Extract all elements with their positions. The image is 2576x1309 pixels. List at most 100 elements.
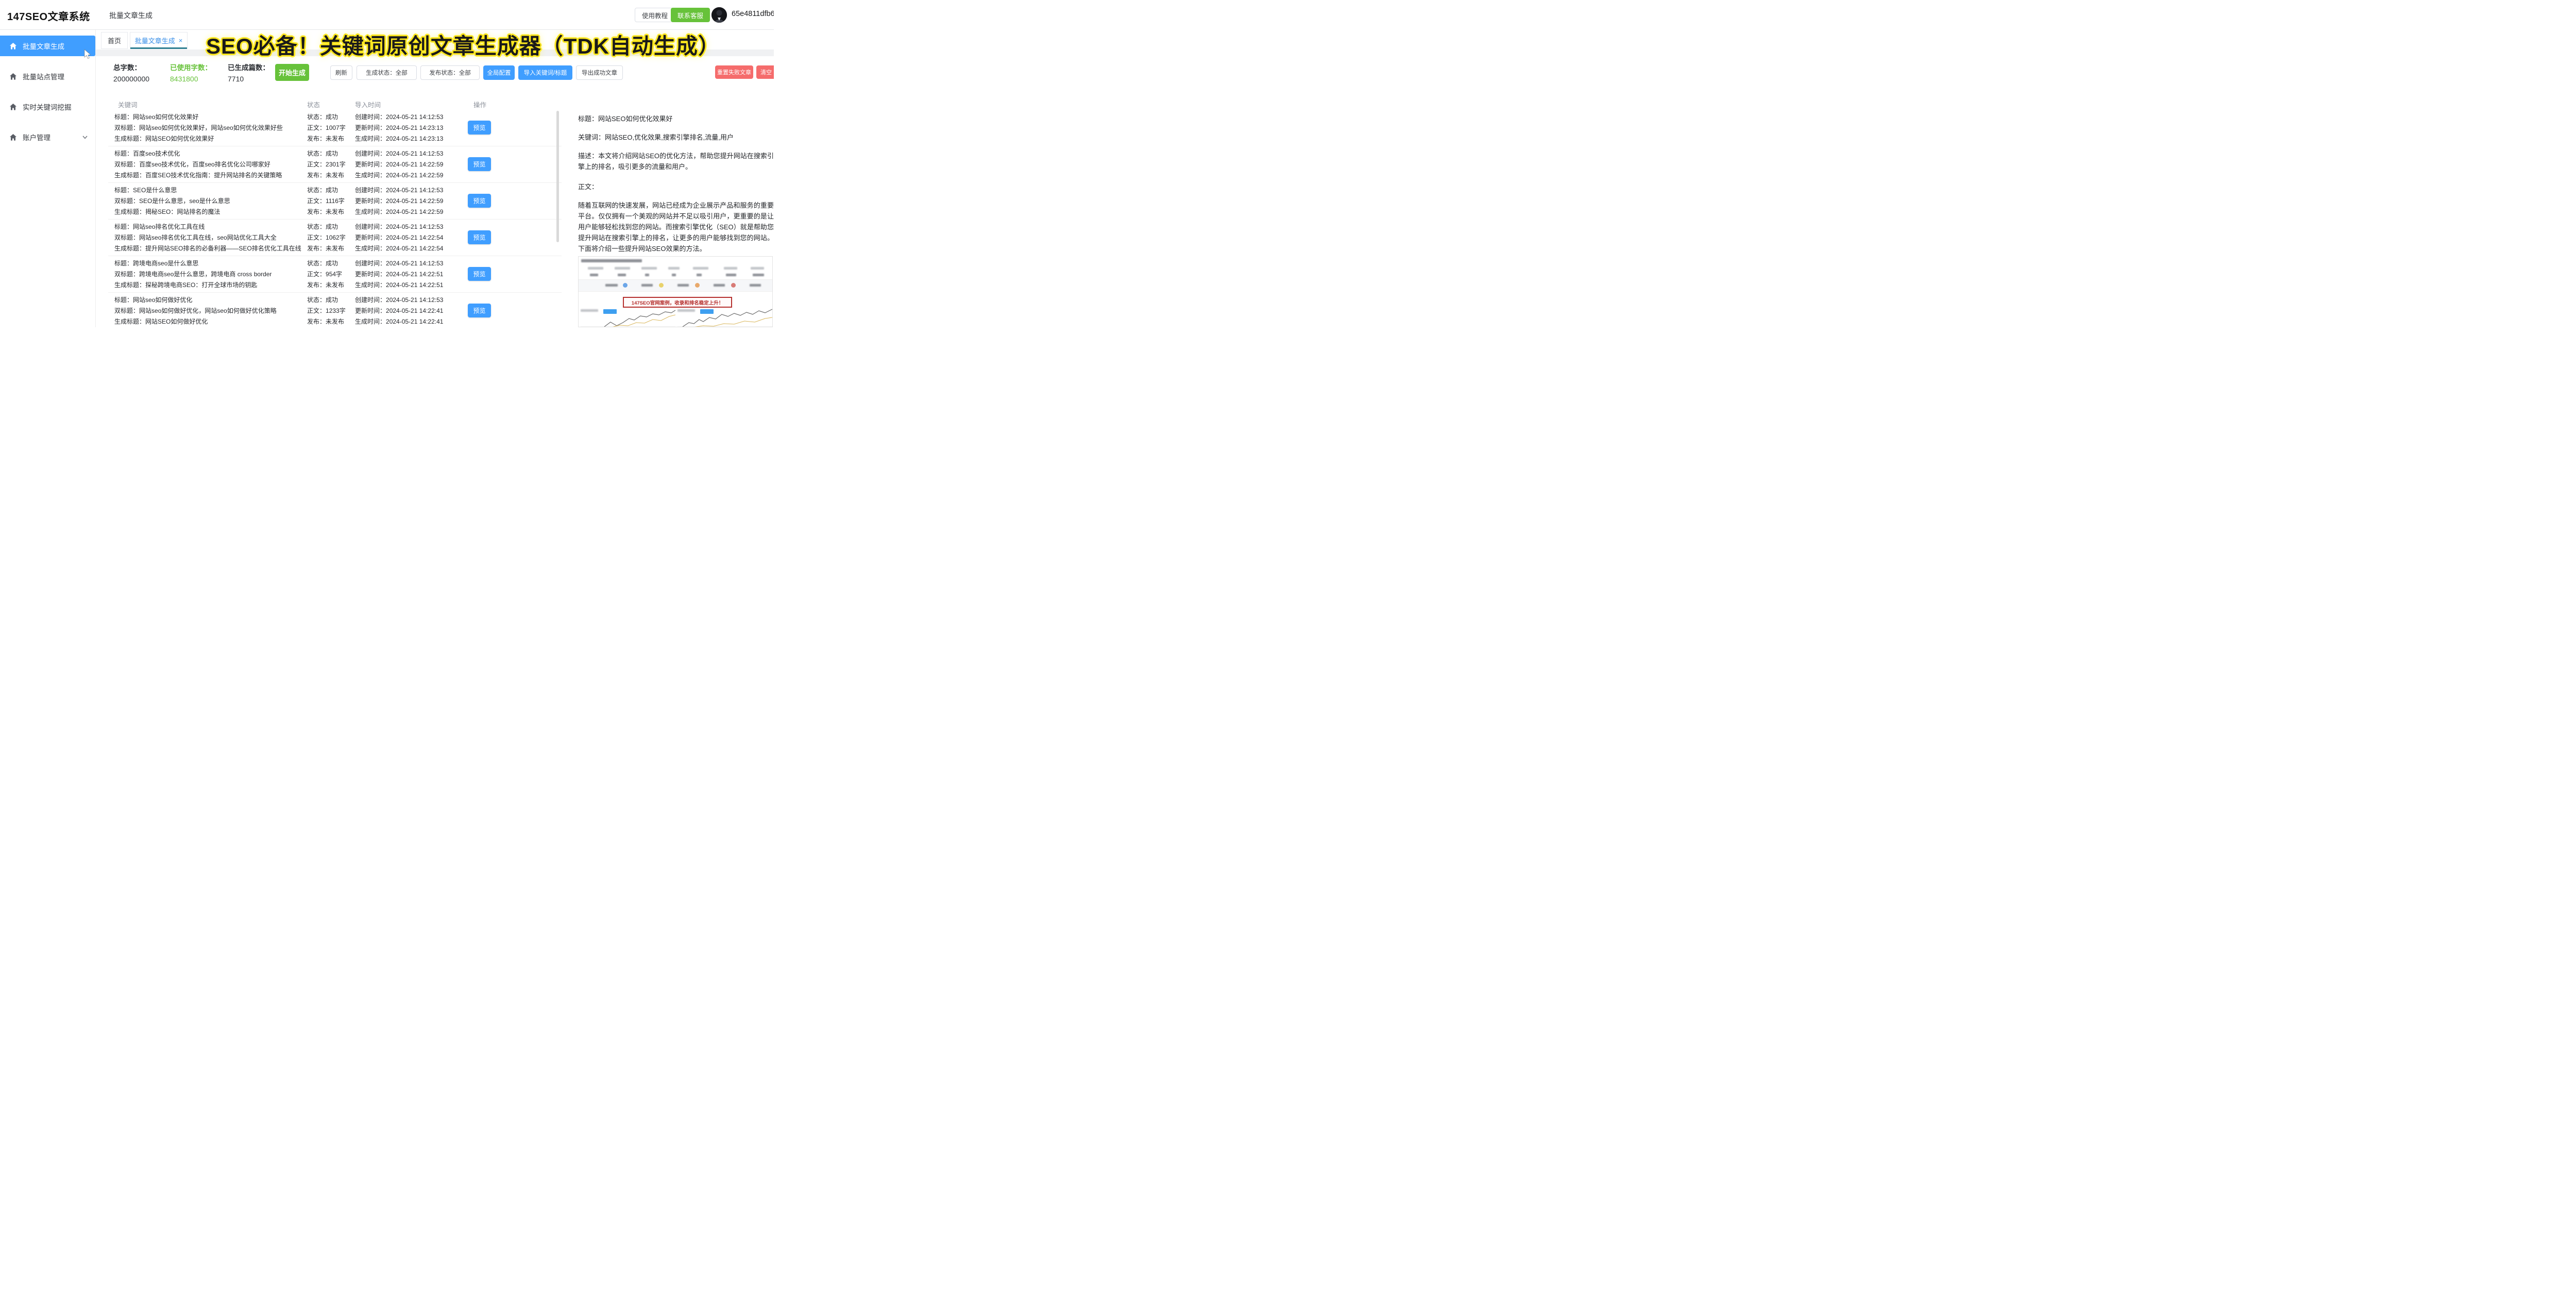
stat-icon-red <box>731 283 736 288</box>
gen-title-label: 生成标题： <box>114 135 146 142</box>
tutorial-button[interactable]: 使用教程 <box>635 8 675 22</box>
status-cell: 状态：成功 正文：1007字 发布：未发布 <box>307 113 346 142</box>
table-row: 标题：网站seo如何做好优化 双标题：网站seo如何做好优化，网站seo如何做好… <box>108 292 562 327</box>
stat-total-words-label: 总字数： <box>113 64 141 72</box>
stat-total-words-value: 200000000 <box>113 75 150 83</box>
refresh-button[interactable]: 刷新 <box>330 65 352 80</box>
stat-generated-count-label: 已生成篇数： <box>228 64 269 72</box>
preview-description-line: 描述：本文将介绍网站SEO的优化方法，帮助您提升网站在搜索引擎上的排名，吸引更多… <box>578 152 774 171</box>
preview-button[interactable]: 预览 <box>468 230 491 244</box>
mini-chart-left <box>581 308 676 327</box>
table-header-action: 操作 <box>473 102 487 109</box>
mini-col-blur <box>588 267 603 270</box>
keyword-cell: 标题：网站seo如何做好优化 双标题：网站seo如何做好优化，网站seo如何做好… <box>114 296 277 325</box>
table-row: 标题：网站seo如何优化效果好 双标题：网站seo如何优化效果好，网站seo如何… <box>108 109 562 146</box>
mini-chart-right <box>677 308 772 327</box>
mini-val-blur <box>618 274 626 276</box>
mini-val-blur <box>641 284 653 287</box>
publish-status-select[interactable]: 发布状态：全部 <box>420 65 480 80</box>
table-header-import-time: 导入时间 <box>355 102 381 109</box>
double-title-label: 双标题： <box>114 124 140 131</box>
status-cell: 状态：成功 正文：1062字 发布：未发布 <box>307 223 346 252</box>
preview-button[interactable]: 预览 <box>468 304 491 317</box>
preview-paragraph: 随着互联网的快速发展，网站已经成为企业展示产品和服务的重要平台。仅仅拥有一个美观… <box>578 202 774 253</box>
app-window: 147SEO文章系统 批量文章生成 使用教程 联系客服 65e4811dfb64… <box>0 0 774 327</box>
app-title: 147SEO文章系统 <box>7 11 90 23</box>
sidebar-item-realtime-keyword-mining[interactable]: 实时关键词挖掘 <box>0 96 95 117</box>
gen-title-value: 网站SEO如何优化效果好 <box>145 135 214 142</box>
sidebar-item-batch-site-management[interactable]: 批量站点管理 <box>0 66 95 87</box>
export-success-button[interactable]: 导出成功文章 <box>576 65 623 80</box>
stat-icon-blue <box>623 283 628 288</box>
home-icon <box>9 73 17 80</box>
keyword-cell: 标题：SEO是什么意思 双标题：SEO是什么意思，seo是什么意思 生成标题：揭… <box>114 187 230 215</box>
case-study-screenshot: 147SEO官网案例，收录和排名稳定上升！ <box>578 256 773 327</box>
case-annotation: 147SEO官网案例，收录和排名稳定上升！ <box>623 297 732 308</box>
stat-icon-yellow <box>659 283 664 288</box>
stat-icon-orange <box>695 283 700 288</box>
status-cell: 状态：成功 正文：2301字 发布：未发布 <box>307 150 346 179</box>
mini-val-blur <box>590 274 598 276</box>
stat-generated-count-value: 7710 <box>228 75 244 83</box>
time-cell: 创建时间：2024-05-21 14:12:53 更新时间：2024-05-21… <box>355 187 444 215</box>
close-icon[interactable]: × <box>179 37 183 44</box>
time-cell: 创建时间：2024-05-21 14:12:53 更新时间：2024-05-21… <box>355 296 444 325</box>
mini-val-blur <box>697 274 702 276</box>
publish-value: 未发布 <box>326 135 345 142</box>
sidebar-item-batch-article-generation[interactable]: 批量文章生成 <box>0 36 95 56</box>
user-id: 65e4811dfb644f0 <box>732 10 774 18</box>
updated-time: 2024-05-21 14:23:13 <box>386 124 444 131</box>
top-bar: 147SEO文章系统 批量文章生成 使用教程 联系客服 65e4811dfb64… <box>0 0 774 30</box>
status-value: 成功 <box>326 113 338 121</box>
vertical-scrollbar[interactable] <box>556 111 559 242</box>
mini-val-blur <box>645 274 649 276</box>
tab-batch-article-generation[interactable]: 批量文章生成 × <box>130 32 188 49</box>
preview-keywords-line: 关键词：网站SEO,优化效果,搜索引擎排名,流量,用户 <box>578 133 734 141</box>
keyword-cell: 标题：网站seo排名优化工具在线 双标题：网站seo排名优化工具在线，seo网站… <box>114 223 301 252</box>
home-icon <box>9 42 17 49</box>
sidebar-item-label: 实时关键词挖掘 <box>23 104 72 111</box>
keyword-cell: 标题：百度seo技术优化 双标题：百度seo技术优化，百度seo排名优化公司哪家… <box>114 150 282 179</box>
sidebar-item-account-management[interactable]: 账户管理 <box>0 127 95 147</box>
mini-blue-button <box>603 309 617 314</box>
preview-body-label: 正文： <box>578 183 599 191</box>
reset-failed-button[interactable]: 重置失败文章 <box>715 65 753 79</box>
title-value: 网站seo如何优化效果好 <box>133 113 199 121</box>
mini-val-blur <box>750 284 761 287</box>
screenshot-caption-blur <box>581 259 642 262</box>
start-generation-button[interactable]: 开始生成 <box>275 64 309 81</box>
global-config-button[interactable]: 全局配置 <box>483 65 515 80</box>
preview-button[interactable]: 预览 <box>468 194 491 208</box>
contact-support-button[interactable]: 联系客服 <box>671 8 710 22</box>
tab-label: 批量文章生成 <box>134 37 175 45</box>
mini-val-blur <box>672 274 676 276</box>
chevron-down-icon <box>82 136 88 139</box>
avatar[interactable] <box>711 7 727 23</box>
table-header-keyword: 关键词 <box>118 102 138 109</box>
tabs-bar: 首页 批量文章生成 × <box>96 29 774 49</box>
mini-val-blur <box>605 284 618 287</box>
sidebar-item-label: 账户管理 <box>23 134 50 142</box>
title-label: 标题： <box>114 113 133 121</box>
tab-home[interactable]: 首页 <box>101 32 128 49</box>
wordcount-value: 1007字 <box>326 124 346 131</box>
mini-col-blur <box>693 267 708 270</box>
preview-button[interactable]: 预览 <box>468 267 491 281</box>
table-row: 标题：SEO是什么意思 双标题：SEO是什么意思，seo是什么意思 生成标题：揭… <box>108 182 562 220</box>
tab-active-underline <box>130 47 187 49</box>
mini-icon-band <box>579 279 772 292</box>
table-header-status: 状态 <box>307 102 320 109</box>
person-icon <box>711 7 727 23</box>
clear-button[interactable]: 清空 <box>756 65 774 79</box>
import-keywords-button[interactable]: 导入关键词/标题 <box>518 65 572 80</box>
content-divider <box>96 49 774 56</box>
created-time: 2024-05-21 14:12:53 <box>386 113 444 121</box>
double-title-value: 网站seo如何优化效果好，网站seo如何优化效果好些 <box>139 124 283 131</box>
preview-button[interactable]: 预览 <box>468 121 491 135</box>
generation-status-select[interactable]: 生成状态：全部 <box>357 65 417 80</box>
legend-blur <box>581 309 598 312</box>
table-row: 标题：跨境电商seo是什么意思 双标题：跨境电商seo是什么意思，跨境电商 cr… <box>108 256 562 293</box>
preview-button[interactable]: 预览 <box>468 157 491 171</box>
generated-time: 2024-05-21 14:23:13 <box>386 135 444 142</box>
time-cell: 创建时间：2024-05-21 14:12:53 更新时间：2024-05-21… <box>355 223 444 252</box>
